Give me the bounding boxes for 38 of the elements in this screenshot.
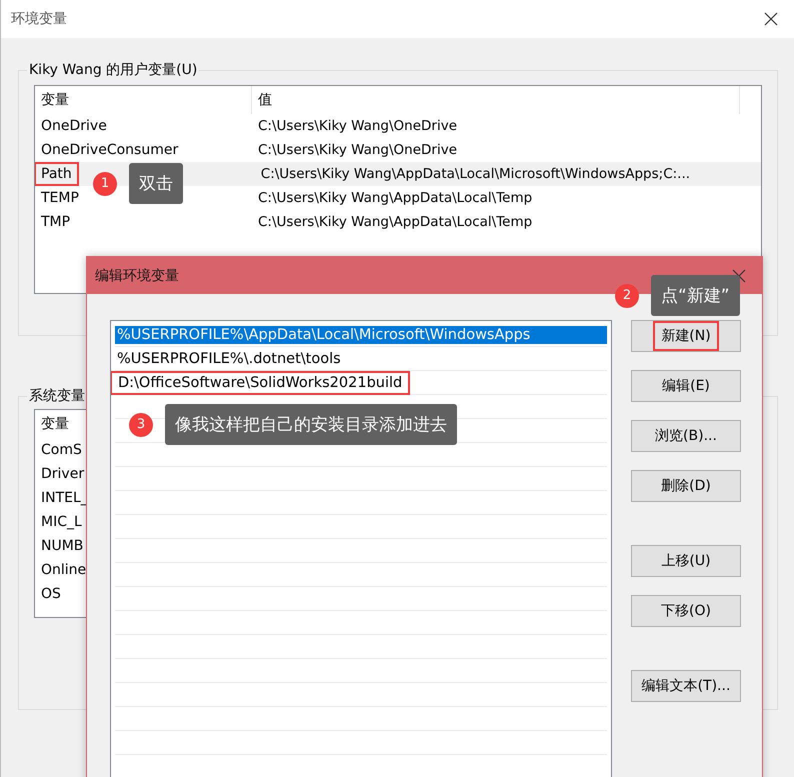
variable-name: ComS bbox=[40, 442, 83, 458]
variable-name: TMP bbox=[40, 214, 72, 230]
dialog-button[interactable]: 上移(U) bbox=[631, 545, 741, 577]
variable-value: C:\Users\Kiky Wang\AppData\Local\Temp bbox=[257, 190, 532, 206]
annotation-tooltip: 像我这样把自己的安装目录添加进去 bbox=[165, 404, 457, 445]
variable-name: INTEL_ bbox=[40, 490, 89, 506]
variable-name: Path bbox=[36, 164, 77, 184]
variable-name: MIC_L bbox=[40, 514, 83, 530]
close-icon[interactable] bbox=[764, 12, 778, 26]
dialog-title: 编辑环境变量 bbox=[95, 266, 179, 284]
dialog-button[interactable]: 编辑(E) bbox=[631, 370, 741, 402]
dialog-button[interactable]: 浏览(B)... bbox=[631, 420, 741, 452]
variable-name: OneDriveConsumer bbox=[40, 142, 180, 158]
annotation-tooltip: 双击 bbox=[129, 163, 183, 204]
variable-value: C:\Users\Kiky Wang\AppData\Local\Temp bbox=[257, 214, 532, 230]
dialog-button[interactable]: 编辑文本(T)... bbox=[631, 670, 741, 702]
column-header[interactable]: 变量 bbox=[35, 86, 252, 114]
variable-name: NUMB bbox=[40, 538, 84, 554]
variable-name: Online bbox=[40, 562, 88, 578]
column-header[interactable]: 值 bbox=[252, 86, 740, 114]
dialog-button[interactable]: 新建(N) bbox=[655, 323, 717, 349]
variable-value: C:\Users\Kiky Wang\AppData\Local\Microsoft\WindowsApps;C:... bbox=[260, 166, 690, 182]
group-label: 系统变量 bbox=[27, 387, 87, 405]
variable-name: Driver bbox=[40, 466, 86, 482]
variable-value: C:\Users\Kiky Wang\OneDrive bbox=[257, 142, 458, 158]
button-frame[interactable]: 新建(N) bbox=[631, 320, 741, 352]
annotation-tooltip: 点“新建” bbox=[651, 275, 740, 316]
dialog-button[interactable]: 删除(D) bbox=[631, 470, 741, 502]
path-entry[interactable]: %USERPROFILE%\AppData\Local\Microsoft\WindowsApps bbox=[115, 326, 607, 344]
variable-name: OneDrive bbox=[40, 118, 108, 134]
dialog-button[interactable]: 下移(O) bbox=[631, 595, 741, 627]
path-entry[interactable]: %USERPROFILE%\.dotnet\tools bbox=[115, 350, 343, 368]
path-entry[interactable]: D:\OfficeSoftware\SolidWorks2021build bbox=[112, 372, 408, 392]
variable-name: TEMP bbox=[40, 190, 80, 206]
group-label: Kiky Wang 的用户变量(U) bbox=[27, 61, 200, 79]
variable-value: C:\Users\Kiky Wang\OneDrive bbox=[257, 118, 458, 134]
variable-name: OS bbox=[40, 586, 62, 602]
window-title: 环境变量 bbox=[11, 10, 67, 28]
